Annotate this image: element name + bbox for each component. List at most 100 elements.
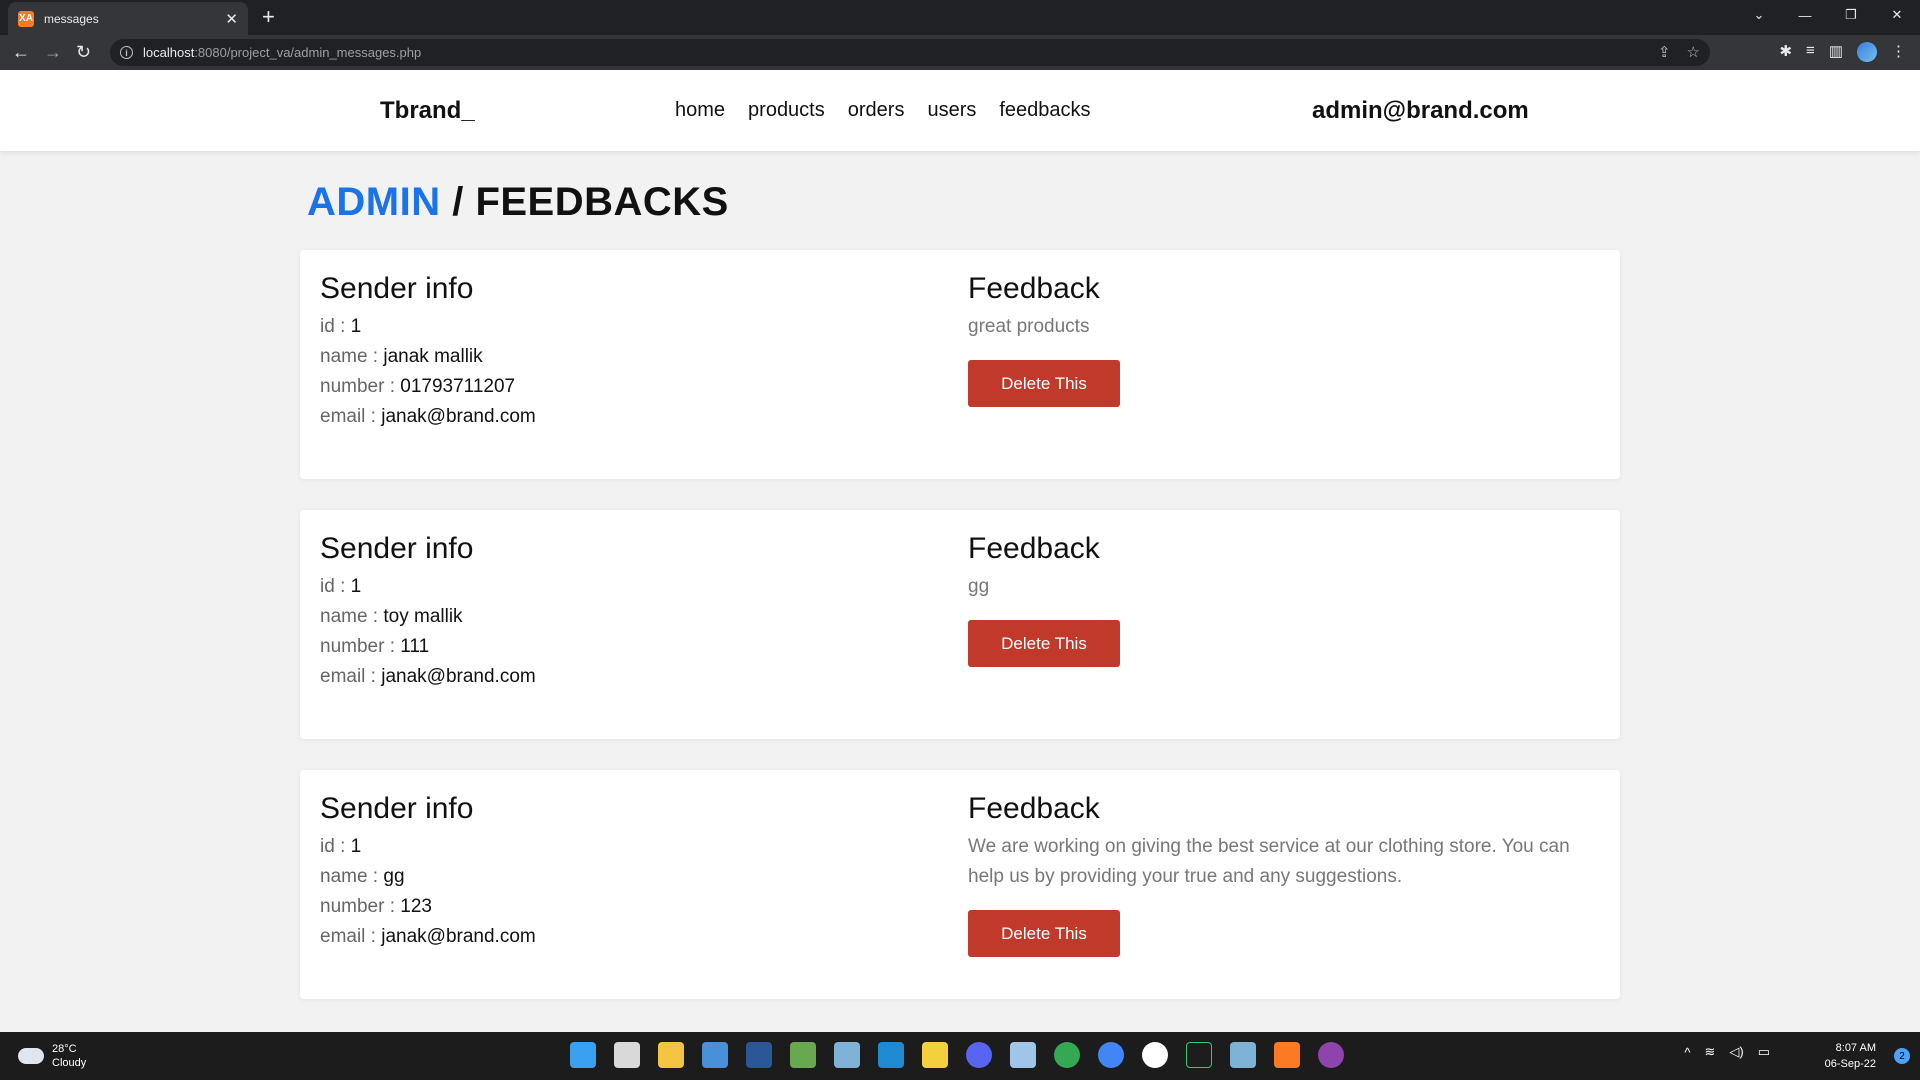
minimize-icon[interactable]: — xyxy=(1782,0,1828,30)
bookmark-star-icon[interactable]: ☆ xyxy=(1687,43,1700,61)
breadcrumb-current: FEEDBACKS xyxy=(475,180,729,224)
sender-email: email : janak@brand.com xyxy=(320,666,536,687)
word-icon[interactable] xyxy=(746,1042,772,1068)
sender-id: id : 1 xyxy=(320,836,362,857)
sender-info: Sender info id : 1 name : gg number : 12… xyxy=(320,792,536,952)
feedback-heading: Feedback xyxy=(968,272,1100,305)
sender-name: name : toy mallik xyxy=(320,606,463,627)
browser-tab-bar: XA messages ✕ + ⌄ — ❐ ✕ xyxy=(0,0,1920,35)
sender-info-heading: Sender info xyxy=(320,272,474,305)
feedback-content: Feedback gg Delete This xyxy=(968,532,1608,667)
new-tab-plus-icon[interactable]: + xyxy=(262,6,275,28)
sticky-notes-icon[interactable] xyxy=(922,1042,948,1068)
tab-close-icon[interactable]: ✕ xyxy=(225,10,238,28)
admin-email: admin@brand.com xyxy=(1312,97,1529,124)
nav-home[interactable]: home xyxy=(675,99,725,122)
chrome-alt-icon[interactable] xyxy=(1098,1042,1124,1068)
sender-info: Sender info id : 1 name : toy mallik num… xyxy=(320,532,536,692)
sender-email: email : janak@brand.com xyxy=(320,926,536,947)
page-title: ADMIN / FEEDBACKS xyxy=(307,180,729,225)
feedback-heading: Feedback xyxy=(968,792,1100,825)
sender-name: name : gg xyxy=(320,866,405,887)
feedback-content: Feedback We are working on giving the be… xyxy=(968,792,1608,957)
clock-time: 8:07 AM xyxy=(1835,1042,1876,1054)
nav-users[interactable]: users xyxy=(927,99,976,122)
sender-name: name : janak mallik xyxy=(320,346,483,367)
delete-button[interactable]: Delete This xyxy=(968,360,1120,407)
taskbar-apps xyxy=(570,1042,1344,1068)
side-panel-icon[interactable]: ▥ xyxy=(1829,42,1843,62)
remote-desktop-icon[interactable] xyxy=(834,1042,860,1068)
photos-icon[interactable] xyxy=(1010,1042,1036,1068)
xampp-icon[interactable] xyxy=(1274,1042,1300,1068)
brand-logo[interactable]: Tbrand_ xyxy=(380,97,475,125)
reading-list-icon[interactable]: ≡ xyxy=(1806,42,1815,62)
profile-avatar[interactable] xyxy=(1857,42,1877,62)
chrome-icon[interactable] xyxy=(1054,1042,1080,1068)
weather-widget[interactable]: 28°C Cloudy xyxy=(18,1042,86,1070)
weather-condition: Cloudy xyxy=(52,1057,87,1069)
sender-info-heading: Sender info xyxy=(320,792,474,825)
volume-icon[interactable]: ◁) xyxy=(1729,1044,1743,1060)
store-icon[interactable] xyxy=(790,1042,816,1068)
tab-search-chevron-icon[interactable]: ⌄ xyxy=(1736,0,1782,30)
url-text[interactable]: localhost:8080/project_va/admin_messages… xyxy=(143,45,421,60)
virtualbox-icon[interactable] xyxy=(1230,1042,1256,1068)
wifi-icon[interactable]: ≋ xyxy=(1704,1044,1715,1060)
site-info-icon[interactable]: i xyxy=(120,46,133,59)
delete-button[interactable]: Delete This xyxy=(968,620,1120,667)
extensions-puzzle-icon[interactable]: ✱ xyxy=(1779,42,1792,62)
menu-kebab-icon[interactable]: ⋮ xyxy=(1891,42,1906,62)
sender-number: number : 123 xyxy=(320,896,432,917)
share-icon[interactable]: ⇪ xyxy=(1658,43,1671,61)
breadcrumb-separator: / xyxy=(440,180,476,224)
site-header: Tbrand_ home products orders users feedb… xyxy=(0,70,1920,151)
main-nav: home products orders users feedbacks xyxy=(675,99,1091,122)
start-windows-icon[interactable] xyxy=(570,1042,596,1068)
nav-feedbacks[interactable]: feedbacks xyxy=(999,99,1090,122)
system-tray: ^ ≋ ◁) ▭ xyxy=(1684,1044,1770,1060)
clock[interactable]: 8:07 AM 06-Sep-22 xyxy=(1825,1040,1876,1072)
clock-app-icon[interactable] xyxy=(1142,1042,1168,1068)
address-bar[interactable]: i localhost:8080/project_va/admin_messag… xyxy=(110,39,1710,66)
feedback-message: gg xyxy=(968,576,990,597)
xampp-favicon-icon: XA xyxy=(18,10,34,27)
temperature: 28°C xyxy=(52,1043,77,1055)
vscode-icon[interactable] xyxy=(878,1042,904,1068)
feedback-card: Sender info id : 1 name : gg number : 12… xyxy=(300,770,1620,999)
breadcrumb-admin: ADMIN xyxy=(307,180,441,224)
browser-toolbar: ← → ↻ i localhost:8080/project_va/admin_… xyxy=(0,35,1920,70)
cloud-icon xyxy=(18,1048,44,1064)
window-controls: ⌄ — ❐ ✕ xyxy=(1736,0,1920,30)
sender-id: id : 1 xyxy=(320,576,362,597)
sender-number: number : 01793711207 xyxy=(320,376,516,397)
notification-badge[interactable]: 2 xyxy=(1894,1048,1910,1064)
feedback-card: Sender info id : 1 name : toy mallik num… xyxy=(300,510,1620,739)
github-desktop-icon[interactable] xyxy=(1318,1042,1344,1068)
terminal-icon[interactable] xyxy=(1186,1042,1212,1068)
feedback-message: great products xyxy=(968,316,1090,337)
back-arrow-icon[interactable]: ← xyxy=(12,42,30,62)
tray-chevron-icon[interactable]: ^ xyxy=(1684,1045,1690,1060)
browser-tab[interactable]: XA messages ✕ xyxy=(8,2,248,35)
discord-icon[interactable] xyxy=(966,1042,992,1068)
url-host: localhost xyxy=(143,45,195,60)
notepad-icon[interactable] xyxy=(702,1042,728,1068)
clock-date: 06-Sep-22 xyxy=(1824,1058,1876,1070)
battery-icon[interactable]: ▭ xyxy=(1758,1044,1770,1060)
nav-orders[interactable]: orders xyxy=(848,99,905,122)
feedback-content: Feedback great products Delete This xyxy=(968,272,1608,407)
delete-button[interactable]: Delete This xyxy=(968,910,1120,957)
sender-info-heading: Sender info xyxy=(320,532,474,565)
file-explorer-icon[interactable] xyxy=(658,1042,684,1068)
tab-title: messages xyxy=(44,11,99,26)
sender-id: id : 1 xyxy=(320,316,362,337)
close-window-icon[interactable]: ✕ xyxy=(1874,0,1920,30)
nav-products[interactable]: products xyxy=(748,99,825,122)
task-view-icon[interactable] xyxy=(614,1042,640,1068)
url-path: :8080/project_va/admin_messages.php xyxy=(194,45,422,60)
forward-arrow-icon[interactable]: → xyxy=(44,42,62,62)
restore-icon[interactable]: ❐ xyxy=(1828,0,1874,30)
sender-number: number : 111 xyxy=(320,636,430,657)
reload-icon[interactable]: ↻ xyxy=(76,42,91,62)
